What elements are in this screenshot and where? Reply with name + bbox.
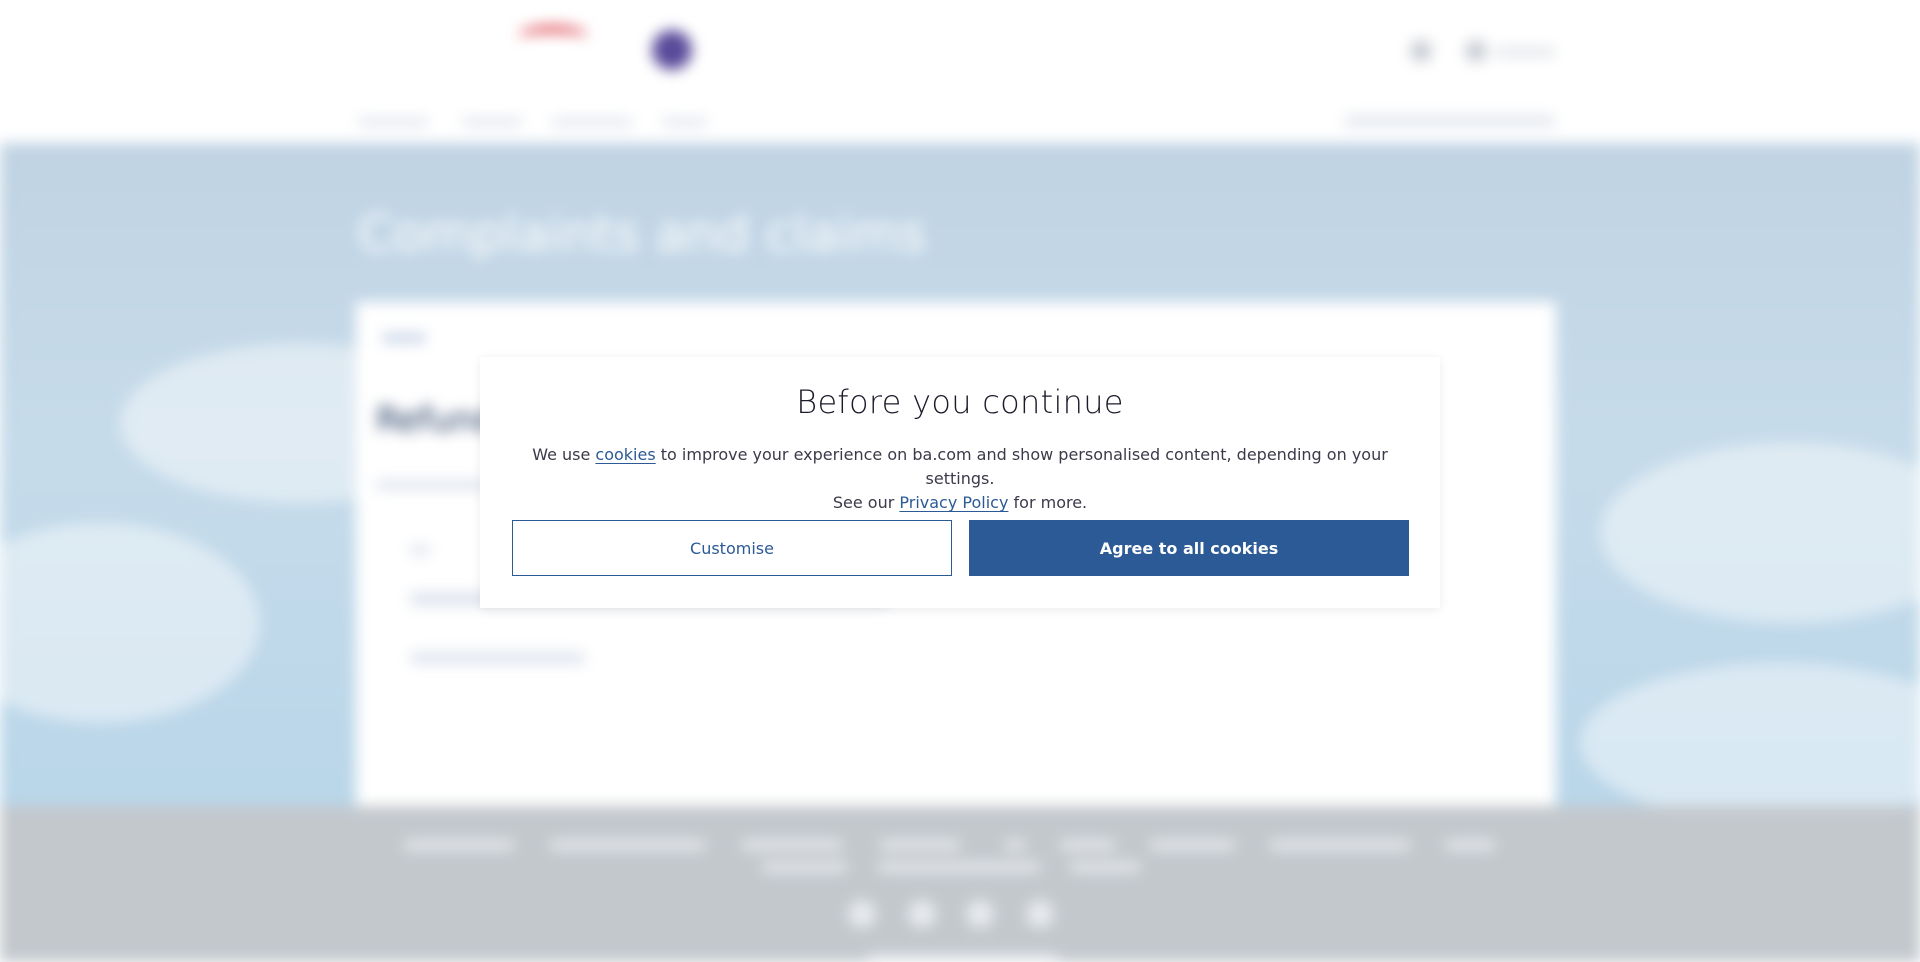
dialog-title: Before you continue [796,383,1124,421]
site-footer [0,806,1920,962]
hero-title: Complaints and claims [358,205,927,263]
message-text: to improve your experience on ba.com and… [655,445,1388,488]
cookies-link[interactable]: cookies [595,445,655,464]
footer-link [404,840,514,850]
footer-link [878,862,1040,872]
dialog-message: We use cookies to improve your experienc… [510,443,1410,515]
card-text [410,545,430,555]
nav-item-right [1345,116,1555,126]
message-text: for more. [1008,493,1088,512]
footer-link [880,840,960,850]
facebook-icon [848,900,876,928]
youtube-icon [966,900,994,928]
cloud [1580,663,1920,823]
nav-item [358,118,428,126]
card-heading: Refund [376,400,496,440]
twitter-icon [908,900,936,928]
nav-item [552,118,632,126]
agree-all-cookies-button[interactable]: Agree to all cookies [969,520,1409,576]
breadcrumb [382,333,426,343]
partner-badge-icon [652,30,692,70]
footer-link [1060,840,1115,850]
cloud [0,523,260,723]
site-header [0,0,1920,143]
cloud [1600,443,1920,623]
airline-logo [358,26,588,70]
footer-link [1150,840,1235,850]
message-text: See our [832,493,900,512]
account-icon [1465,40,1487,62]
customise-button[interactable]: Customise [512,520,952,576]
nav-item [462,118,522,126]
search-icon [1410,40,1432,62]
card-text [376,480,486,490]
message-text: We use [532,445,596,464]
card-text [410,652,585,664]
footer-link [1270,840,1410,850]
footer-link [1445,840,1495,850]
nav-item [662,118,707,126]
footer-copyright [868,954,1058,962]
footer-link [762,862,847,872]
footer-link [1005,840,1025,850]
cookie-consent-dialog: Before you continue We use cookies to im… [480,357,1440,608]
footer-link [742,840,842,850]
footer-link [550,840,705,850]
header-account-label [1495,47,1555,57]
privacy-policy-link[interactable]: Privacy Policy [899,493,1008,512]
instagram-icon [1026,900,1054,928]
logo-swoosh [518,26,588,48]
footer-link [1070,862,1140,872]
